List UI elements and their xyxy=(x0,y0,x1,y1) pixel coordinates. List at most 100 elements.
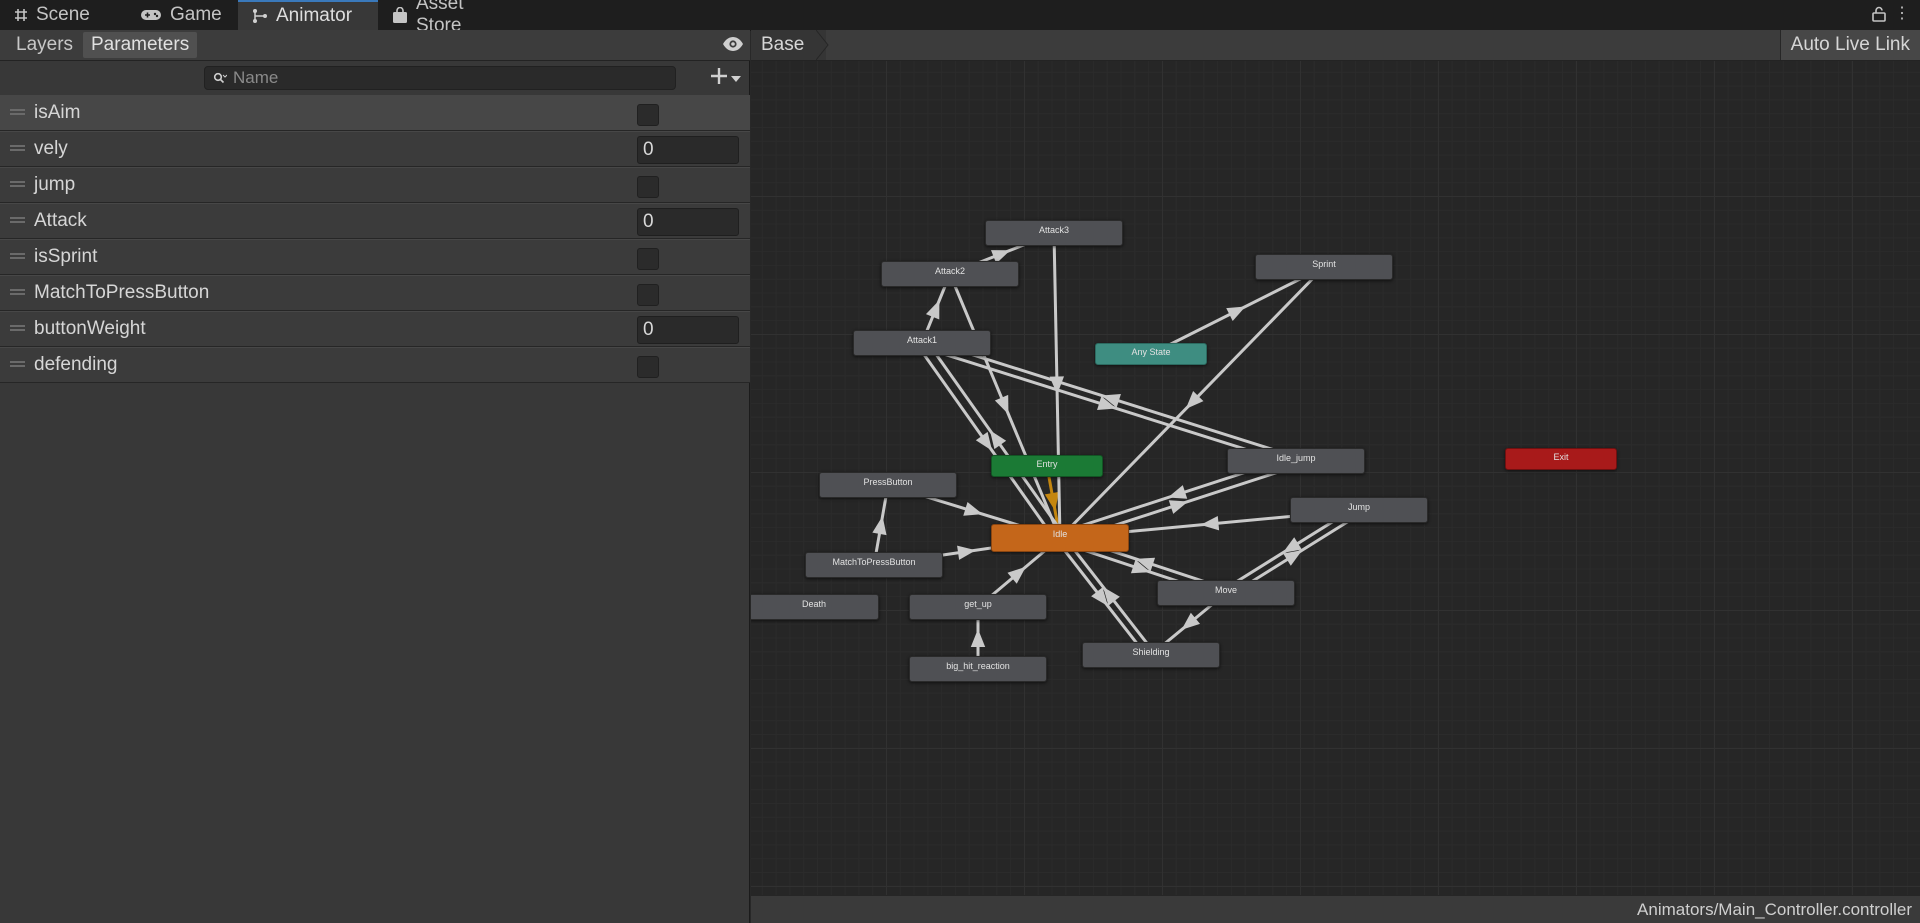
parameter-checkbox[interactable] xyxy=(637,284,659,306)
state-node-big-hit-reaction[interactable]: big_hit_reaction xyxy=(909,656,1047,682)
state-node-idle[interactable]: Idle xyxy=(991,524,1129,552)
drag-handle-icon[interactable] xyxy=(10,361,25,367)
bag-icon xyxy=(392,6,408,24)
parameter-row-defending[interactable]: defending xyxy=(0,347,750,383)
tab-layers[interactable]: Layers xyxy=(8,32,81,58)
parameter-row-matchtopressbutton[interactable]: MatchToPressButton xyxy=(0,275,750,311)
search-field[interactable] xyxy=(204,66,676,90)
transition-arrow-icon xyxy=(1226,306,1246,321)
controller-path: Animators/Main_Controller.controller xyxy=(1637,900,1912,919)
tab-scene-label: Scene xyxy=(36,4,90,25)
state-label: Attack3 xyxy=(1038,225,1069,235)
breadcrumb-label: Base xyxy=(761,34,805,55)
state-node-get-up[interactable]: get_up xyxy=(909,594,1047,620)
tab-animator-label: Animator xyxy=(276,5,353,26)
state-node-attack1[interactable]: Attack1 xyxy=(853,330,991,356)
auto-live-link-button[interactable]: Auto Live Link xyxy=(1779,30,1920,60)
lock-icon[interactable] xyxy=(1872,6,1886,27)
eye-icon[interactable] xyxy=(722,35,744,58)
state-node-attack3[interactable]: Attack3 xyxy=(985,220,1123,246)
drag-handle-icon[interactable] xyxy=(10,289,25,295)
parameter-row-jump[interactable]: jump xyxy=(0,167,750,203)
parameter-row-buttonweight[interactable]: buttonWeight 0 xyxy=(0,311,750,347)
state-label: Idle xyxy=(1052,529,1068,539)
parameter-name: isAim xyxy=(34,102,81,123)
panel-header: Layers Parameters xyxy=(0,30,750,61)
state-node-entry[interactable]: Entry xyxy=(991,455,1103,477)
parameter-name: Attack xyxy=(34,210,87,231)
transition-arrow-icon xyxy=(1168,500,1189,514)
state-node-death[interactable]: Death xyxy=(751,594,879,620)
state-label: Jump xyxy=(1347,502,1370,512)
state-node-sprint[interactable]: Sprint xyxy=(1255,254,1393,280)
parameter-list: isAim vely 0 jump Attack 0 isSprint Matc… xyxy=(0,95,750,383)
parameter-name: MatchToPressButton xyxy=(34,282,210,303)
parameter-name: defending xyxy=(34,354,118,375)
state-node-shielding[interactable]: Shielding xyxy=(1082,642,1220,668)
more-menu-icon[interactable]: ⋮ xyxy=(1894,5,1910,23)
state-node-attack2[interactable]: Attack2 xyxy=(881,261,1019,287)
state-node-any-state[interactable]: Any State xyxy=(1095,343,1207,365)
parameters-panel: Layers Parameters isAim xyxy=(0,30,750,923)
state-node-exit[interactable]: Exit xyxy=(1505,448,1617,470)
tab-game-label: Game xyxy=(170,4,222,25)
drag-handle-icon[interactable] xyxy=(10,145,25,151)
tab-layers-label: Layers xyxy=(16,34,74,55)
state-node-jump[interactable]: Jump xyxy=(1290,497,1428,523)
state-node-matchtopressbutton[interactable]: MatchToPressButton xyxy=(805,552,943,578)
state-label: Attack1 xyxy=(906,335,937,345)
state-label: get_up xyxy=(964,599,992,609)
tab-game[interactable]: Game xyxy=(126,0,238,30)
tab-asset-store[interactable]: Asset Store xyxy=(378,0,528,36)
parameter-value-field[interactable]: 0 xyxy=(637,136,739,164)
state-label: Move xyxy=(1214,585,1237,595)
parameter-checkbox[interactable] xyxy=(637,176,659,198)
transition-arrow-icon xyxy=(925,300,940,320)
dropdown-arrow-icon xyxy=(730,69,741,87)
parameter-checkbox[interactable] xyxy=(637,248,659,270)
state-label: Attack2 xyxy=(934,266,965,276)
drag-handle-icon[interactable] xyxy=(10,253,25,259)
state-node-idle-jump[interactable]: Idle_jump xyxy=(1227,448,1365,474)
state-label: Exit xyxy=(1553,452,1569,462)
status-bar: Animators/Main_Controller.controller xyxy=(751,895,1920,923)
parameter-name: buttonWeight xyxy=(34,318,146,339)
transition-arrow-icon xyxy=(1167,485,1188,499)
parameter-checkbox[interactable] xyxy=(637,356,659,378)
transition-arrow-icon xyxy=(957,545,976,560)
drag-handle-icon[interactable] xyxy=(10,109,25,115)
state-node-move[interactable]: Move xyxy=(1157,580,1295,606)
parameter-value-field[interactable]: 0 xyxy=(637,316,739,344)
drag-handle-icon[interactable] xyxy=(10,181,25,187)
parameter-row-isaim[interactable]: isAim xyxy=(0,95,750,131)
transition-arrow-icon xyxy=(872,516,887,536)
add-parameter-button[interactable] xyxy=(704,65,746,91)
tab-parameters-label: Parameters xyxy=(91,34,190,55)
drag-handle-icon[interactable] xyxy=(10,217,25,223)
tab-scene[interactable]: Scene xyxy=(0,0,126,30)
auto-live-link-label: Auto Live Link xyxy=(1790,34,1910,55)
breadcrumb-chevron-icon xyxy=(816,30,829,60)
editor-tab-bar: Scene Game Animator Asset Store ⋮ xyxy=(0,0,1920,36)
transition-arrow-icon xyxy=(963,501,983,516)
parameter-name: isSprint xyxy=(34,246,98,267)
state-label: Idle_jump xyxy=(1276,453,1316,463)
state-label: PressButton xyxy=(863,477,913,487)
gamepad-icon xyxy=(140,8,162,22)
parameter-checkbox[interactable] xyxy=(637,104,659,126)
transition-arrow-icon xyxy=(975,431,993,451)
state-node-pressbutton[interactable]: PressButton xyxy=(819,472,957,498)
parameter-row-vely[interactable]: vely 0 xyxy=(0,131,750,167)
parameter-row-attack[interactable]: Attack 0 xyxy=(0,203,750,239)
transition-arrow-icon xyxy=(994,394,1009,415)
parameter-row-issprint[interactable]: isSprint xyxy=(0,239,750,275)
search-icon xyxy=(213,72,227,84)
tab-parameters[interactable]: Parameters xyxy=(83,32,198,58)
tab-animator[interactable]: Animator xyxy=(238,0,378,30)
transition-arrow-icon xyxy=(970,629,986,647)
search-input[interactable] xyxy=(233,68,663,88)
parameter-value-field[interactable]: 0 xyxy=(637,208,739,236)
state-machine-graph[interactable]: Attack3 Attack2 Attack1 Sprint Any State… xyxy=(751,61,1920,895)
drag-handle-icon[interactable] xyxy=(10,325,25,331)
state-label: MatchToPressButton xyxy=(832,557,916,567)
